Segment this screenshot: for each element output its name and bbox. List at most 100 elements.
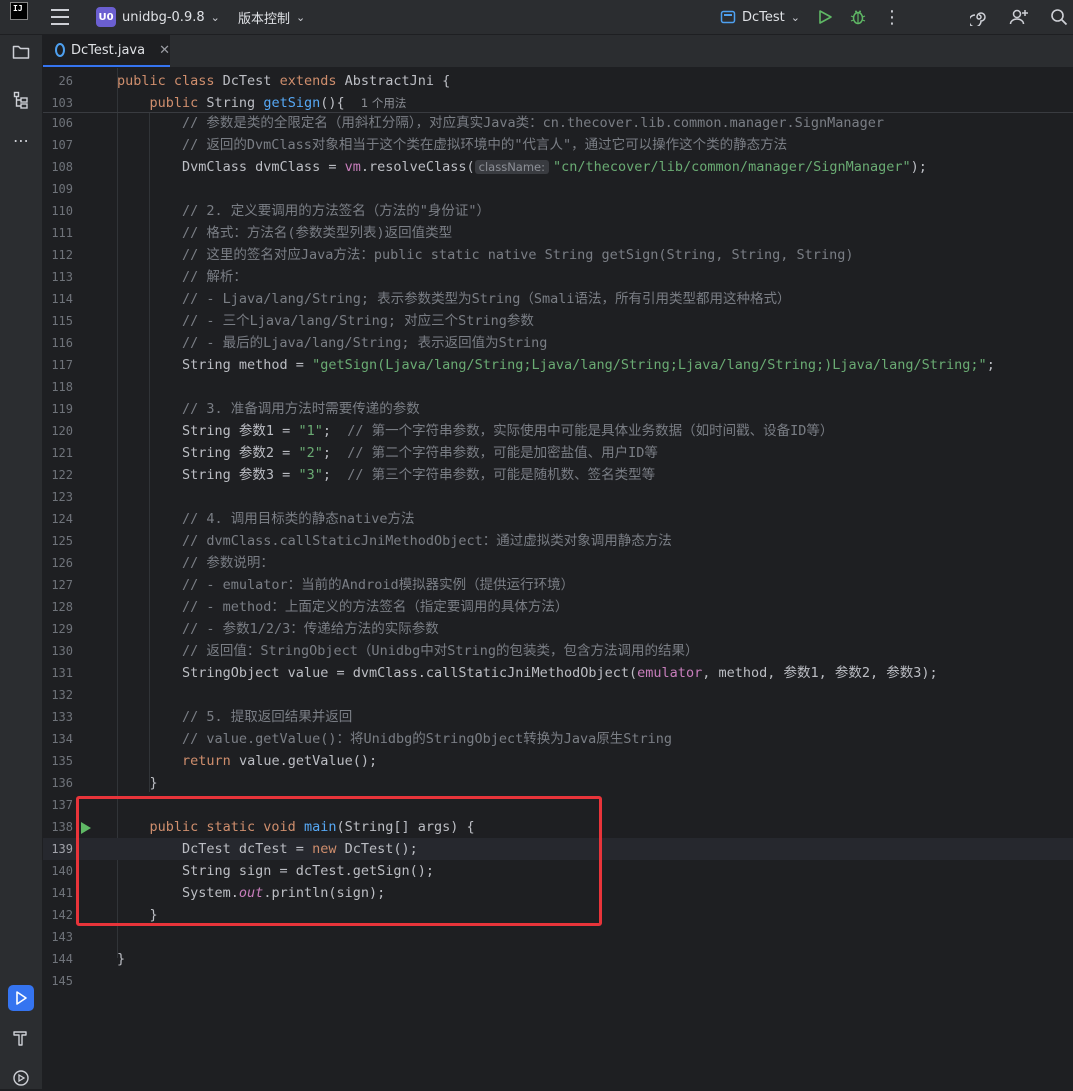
- code-token: // 解析：: [117, 269, 247, 285]
- line-number: 126: [51, 556, 73, 570]
- code-text: // 参数说明：: [117, 552, 274, 574]
- code-line[interactable]: 110 // 2. 定义要调用的方法签名（方法的"身份证"）: [43, 200, 1073, 222]
- intellij-logo[interactable]: IJ: [10, 2, 28, 20]
- code-line[interactable]: 118: [43, 376, 1073, 398]
- code-line[interactable]: 126 // 参数说明：: [43, 552, 1073, 574]
- code-line[interactable]: 128 // - method：上面定义的方法签名（指定要调用的具体方法）: [43, 596, 1073, 618]
- services-tool-button[interactable]: [8, 1065, 34, 1091]
- code-line[interactable]: 129 // - 参数1/2/3：传递给方法的实际参数: [43, 618, 1073, 640]
- code-line[interactable]: 111 // 格式：方法名(参数类型列表)返回值类型: [43, 222, 1073, 244]
- project-selector[interactable]: U0 unidbg-0.9.8 ⌄: [96, 0, 220, 34]
- code-token: vm: [344, 159, 361, 175]
- line-number: 129: [51, 622, 73, 636]
- line-number: 123: [51, 490, 73, 504]
- code-line[interactable]: 125 // dvmClass.callStaticJniMethodObjec…: [43, 530, 1073, 552]
- code-line[interactable]: 109: [43, 178, 1073, 200]
- spiral-icon: [970, 12, 986, 26]
- code-text: // - 最后的Ljava/lang/String; 表示返回值为String: [117, 332, 547, 354]
- code-line[interactable]: 108 DvmClass dvmClass = vm.resolveClass(…: [43, 156, 1073, 178]
- code-line[interactable]: 119 // 3. 准备调用方法时需要传递的参数: [43, 398, 1073, 420]
- run-icon: [819, 10, 832, 24]
- line-number: 103: [51, 96, 73, 110]
- code-line[interactable]: 106 // 参数是类的全限定名（用斜杠分隔），对应真实Java类：cn.the…: [43, 112, 1073, 134]
- code-text: // 2. 定义要调用的方法签名（方法的"身份证"）: [117, 200, 490, 222]
- code-line[interactable]: 114 // - Ljava/lang/String; 表示参数类型为Strin…: [43, 288, 1073, 310]
- tab-dctest-java[interactable]: DcTest.java ✕: [43, 35, 170, 67]
- code-token: ;: [322, 445, 348, 461]
- code-line[interactable]: 136 }: [43, 772, 1073, 794]
- code-line[interactable]: 115 // - 三个Ljava/lang/String; 对应三个String…: [43, 310, 1073, 332]
- code-line[interactable]: 132: [43, 684, 1073, 706]
- line-number: 127: [51, 578, 73, 592]
- add-user-button[interactable]: [1008, 0, 1030, 34]
- code-line[interactable]: 116 // - 最后的Ljava/lang/String; 表示返回值为Str…: [43, 332, 1073, 354]
- code-line[interactable]: 117 String method = "getSign(Ljava/lang/…: [43, 354, 1073, 376]
- line-number: 143: [51, 930, 73, 944]
- line-number: 141: [51, 886, 73, 900]
- line-number: 142: [51, 908, 73, 922]
- code-line[interactable]: 131 StringObject value = dvmClass.callSt…: [43, 662, 1073, 684]
- code-token: // dvmClass.callStaticJniMethodObject：通过…: [117, 533, 672, 549]
- line-number: 132: [51, 688, 73, 702]
- code-text: // 解析：: [117, 266, 247, 288]
- run-config-selector[interactable]: DcTest ⌄: [720, 0, 800, 34]
- run-button[interactable]: [815, 0, 835, 34]
- project-tool-button[interactable]: [8, 39, 34, 65]
- code-line[interactable]: 121 String 参数2 = "2"; // 第二个字符串参数，可能是加密盐…: [43, 442, 1073, 464]
- code-line[interactable]: 26 public class DcTest extends AbstractJn…: [43, 70, 1073, 92]
- run-tool-button[interactable]: [8, 985, 34, 1011]
- line-number: 120: [51, 424, 73, 438]
- line-number: 138: [51, 820, 73, 834]
- code-line[interactable]: 143: [43, 926, 1073, 948]
- code-token: return: [182, 753, 239, 769]
- code-token: // - 三个Ljava/lang/String; 对应三个String参数: [117, 313, 534, 329]
- code-line[interactable]: 135 return value.getValue();: [43, 750, 1073, 772]
- code-line[interactable]: 144}: [43, 948, 1073, 970]
- code-line[interactable]: 145: [43, 970, 1073, 992]
- code-token: StringObject value = dvmClass.callStatic…: [117, 665, 638, 681]
- code-line[interactable]: 133 // 5. 提取返回结果并返回: [43, 706, 1073, 728]
- line-number: 133: [51, 710, 73, 724]
- code-token: // - method：上面定义的方法签名（指定要调用的具体方法）: [117, 599, 569, 615]
- build-tool-button[interactable]: [8, 1025, 34, 1051]
- code-line[interactable]: 130 // 返回值：StringObject（Unidbg中对String的包…: [43, 640, 1073, 662]
- line-number: 140: [51, 864, 73, 878]
- services-icon: [13, 1070, 29, 1086]
- code-line[interactable]: 120 String 参数1 = "1"; // 第一个字符串参数，实际使用中可…: [43, 420, 1073, 442]
- code-text: // 4. 调用目标类的静态native方法: [117, 508, 415, 530]
- code-line[interactable]: 124 // 4. 调用目标类的静态native方法: [43, 508, 1073, 530]
- code-text: // 参数是类的全限定名（用斜杠分隔），对应真实Java类：cn.thecove…: [117, 112, 884, 134]
- code-line[interactable]: 107 // 返回的DvmClass对象相当于这个类在虚拟环境中的"代言人"，通…: [43, 134, 1073, 156]
- line-number: 116: [51, 336, 73, 350]
- code-text: String 参数1 = "1"; // 第一个字符串参数，实际使用中可能是具体…: [117, 420, 833, 442]
- more-actions-icon[interactable]: ⋮: [883, 0, 901, 34]
- code-line[interactable]: 113 // 解析：: [43, 266, 1073, 288]
- close-icon[interactable]: ✕: [159, 43, 170, 58]
- code-line[interactable]: 127 // - emulator：当前的Android模拟器实例（提供运行环境…: [43, 574, 1073, 596]
- line-number: 108: [51, 160, 73, 174]
- vcs-menu[interactable]: 版本控制 ⌄: [238, 0, 305, 34]
- code-token: // 格式：方法名(参数类型列表)返回值类型: [117, 225, 453, 241]
- line-number: 130: [51, 644, 73, 658]
- code-token: // 2. 定义要调用的方法签名（方法的"身份证"）: [117, 203, 491, 219]
- main-menu-icon[interactable]: [51, 9, 69, 25]
- search-button[interactable]: [1048, 0, 1070, 34]
- code-line[interactable]: 103 public String getSign(){ 1 个用法: [43, 92, 1073, 114]
- structure-tool-button[interactable]: [8, 87, 34, 113]
- code-editor[interactable]: 26 public class DcTest extends AbstractJn…: [43, 68, 1073, 1089]
- line-number: 128: [51, 600, 73, 614]
- line-number: 124: [51, 512, 73, 526]
- code-line[interactable]: 134 // value.getValue()：将Unidbg的StringOb…: [43, 728, 1073, 750]
- code-text: }: [117, 772, 158, 794]
- usage-hint: 1 个用法: [360, 96, 407, 110]
- code-line[interactable]: 112 // 这里的签名对应Java方法：public static nativ…: [43, 244, 1073, 266]
- ai-assistant-button[interactable]: [968, 0, 990, 34]
- tool-window-sidebar: ⋯: [0, 35, 43, 1089]
- line-number: 135: [51, 754, 73, 768]
- code-line[interactable]: 123: [43, 486, 1073, 508]
- code-line[interactable]: 122 String 参数3 = "3"; // 第三个字符串参数，可能是随机数…: [43, 464, 1073, 486]
- more-tools-icon[interactable]: ⋯: [8, 127, 34, 153]
- debug-button[interactable]: [848, 0, 868, 34]
- line-number: 131: [51, 666, 73, 680]
